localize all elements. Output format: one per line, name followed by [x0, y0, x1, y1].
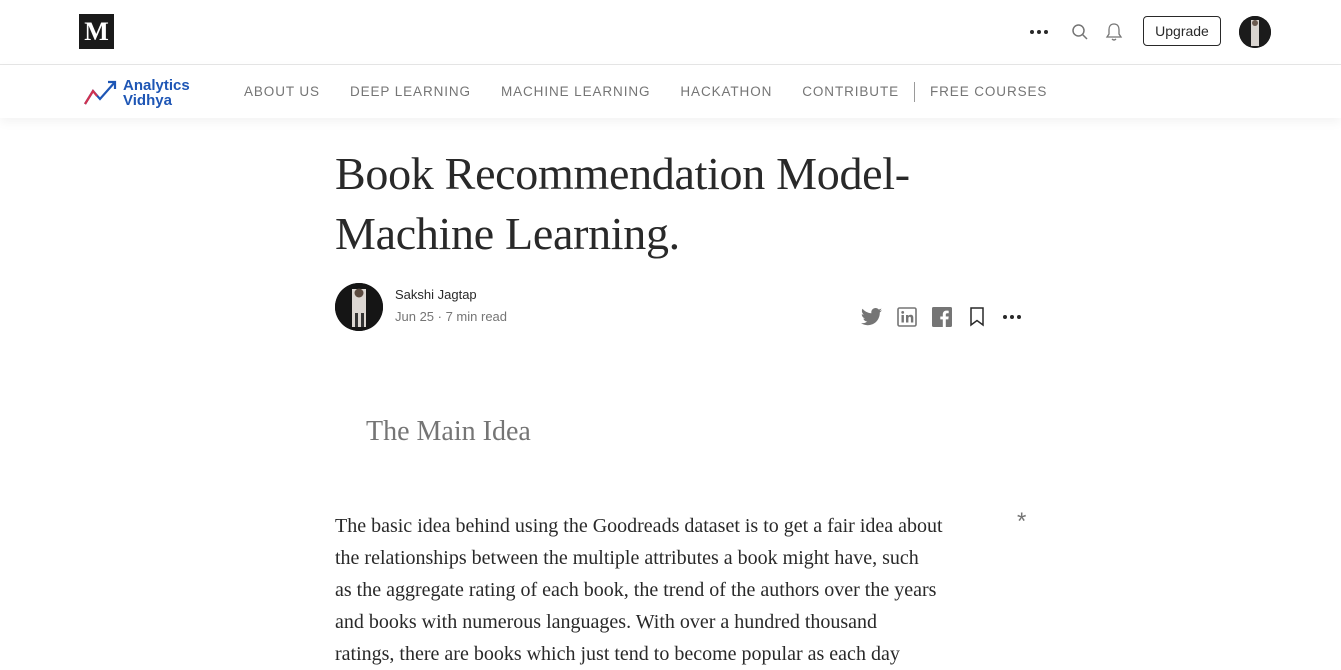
paragraph-line: the relationships between the multiple a…	[335, 547, 919, 569]
wordmark-line1: Analytics	[123, 77, 190, 94]
upgrade-button[interactable]: Upgrade	[1143, 16, 1221, 46]
top-bar: M Upgrade	[0, 0, 1341, 65]
publication-nav: Analytics Vidhya ABOUT US DEEP LEARNING …	[0, 65, 1341, 118]
author-name[interactable]: Sakshi Jagtap	[395, 287, 477, 302]
linkedin-icon[interactable]	[895, 305, 919, 329]
notifications-bell-icon[interactable]	[1102, 20, 1126, 44]
wordmark-line2: Vidhya	[123, 92, 172, 109]
twitter-icon[interactable]	[860, 305, 884, 329]
article-meta: Jun 25 · 7 min read	[395, 309, 508, 324]
analytics-vidhya-logo-icon	[84, 80, 117, 105]
private-note-marker[interactable]: *	[1017, 508, 1026, 536]
bookmark-icon[interactable]	[965, 305, 989, 329]
share-actions	[860, 305, 1035, 329]
user-avatar[interactable]	[1239, 16, 1271, 48]
nav-item-contribute[interactable]: CONTRIBUTE	[787, 84, 914, 99]
more-actions-icon[interactable]	[1000, 305, 1024, 329]
article-title: Book Recommendation Model- Machine Learn…	[335, 144, 1035, 264]
nav-item-deep-learning[interactable]: DEEP LEARNING	[335, 84, 486, 99]
nav-item-free-courses[interactable]: FREE COURSES	[915, 84, 1062, 99]
nav-item-about-us[interactable]: ABOUT US	[229, 84, 335, 99]
author-avatar[interactable]	[335, 283, 383, 331]
article-paragraph: The basic idea behind using the Goodread…	[335, 510, 1025, 670]
paragraph-line: as the aggregate rating of each book, th…	[335, 579, 937, 601]
paragraph-line: The basic idea behind using the Goodread…	[335, 515, 943, 537]
nav-item-hackathon[interactable]: HACKATHON	[665, 84, 787, 99]
medium-logo[interactable]: M	[79, 14, 114, 49]
facebook-icon[interactable]	[930, 305, 954, 329]
nav-item-machine-learning[interactable]: MACHINE LEARNING	[486, 84, 665, 99]
more-options-icon[interactable]	[1027, 20, 1051, 44]
section-heading: The Main Idea	[366, 416, 531, 447]
analytics-vidhya-wordmark: Analytics Vidhya	[123, 78, 190, 108]
analytics-vidhya-logo[interactable]: Analytics Vidhya	[83, 75, 213, 111]
paragraph-line: and books with numerous languages. With …	[335, 611, 878, 633]
search-icon[interactable]	[1068, 20, 1092, 44]
publication-nav-items: ABOUT US DEEP LEARNING MACHINE LEARNING …	[229, 65, 1062, 118]
article-title-line2: Machine Learning.	[335, 208, 680, 259]
paragraph-line: ratings, there are books which just tend…	[335, 643, 900, 665]
article-title-line1: Book Recommendation Model-	[335, 148, 910, 199]
